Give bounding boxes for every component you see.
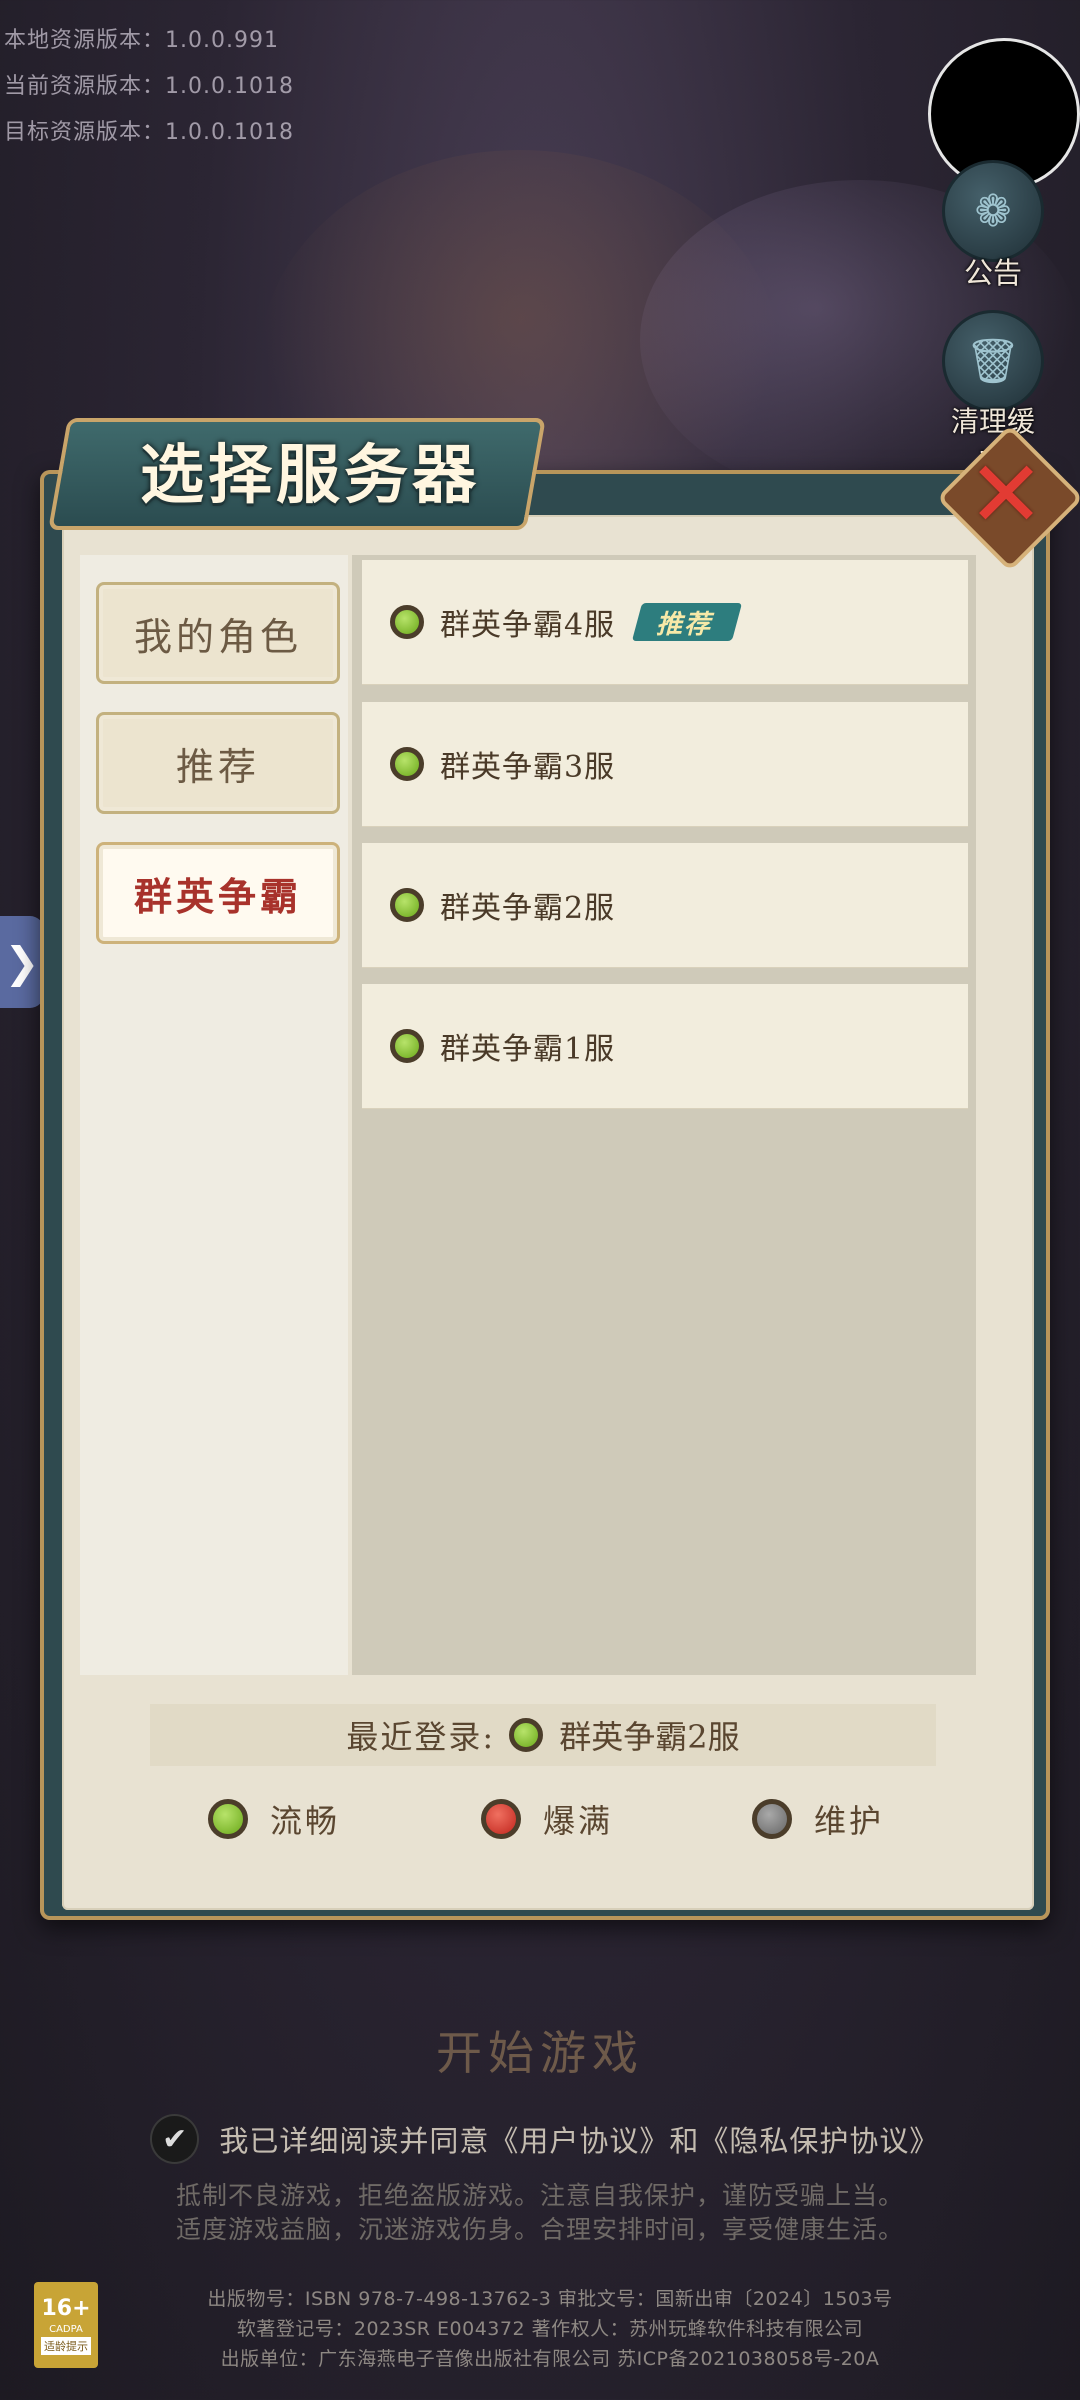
agreement-checkbox[interactable]: ✔ (150, 2114, 200, 2164)
server-item[interactable]: 群英争霸4服 推荐 (362, 560, 968, 684)
gray-dot-icon (752, 1799, 792, 1839)
agreement-row: ✔ 我已详细阅读并同意《用户协议》和《隐私保护协议》 (150, 2114, 938, 2164)
tab-my-characters[interactable]: 我的角色 (96, 582, 340, 684)
legend-item-full: 爆满 (481, 1796, 613, 1842)
legend-item-maintenance: 维护 (752, 1796, 884, 1842)
red-dot-icon (481, 1799, 521, 1839)
age-rating-tag: 适龄提示 (41, 2336, 91, 2355)
announcement-button[interactable]: ❁ 公告 (938, 160, 1048, 292)
age-rating-org: CADPA (49, 2323, 83, 2335)
trash-icon: 🗑 (942, 310, 1044, 412)
tab-qunying-zhengba[interactable]: 群英争霸 (96, 842, 340, 944)
announcement-icon: ❁ (942, 160, 1044, 262)
recent-login-label: 最近登录: (346, 1718, 496, 1756)
server-name: 群英争霸3服 (440, 750, 616, 785)
tab-recommended[interactable]: 推荐 (96, 712, 340, 814)
notice-line-2: 适度游戏益脑，沉迷游戏伤身。合理安排时间，享受健康生活。 (175, 2215, 904, 2244)
dialog-title: 选择服务器 (140, 438, 480, 513)
status-dot-icon (390, 605, 424, 639)
announcement-label: 公告 (963, 256, 1022, 290)
current-version-text: 当前资源版本：1.0.0.1018 (4, 74, 294, 99)
green-dot-icon (208, 1799, 248, 1839)
status-dot-icon (390, 888, 424, 922)
publication-line-1: 出版物号：ISBN 978-7-498-13762-3 审批文号：国新出审〔20… (207, 2288, 893, 2310)
status-dot-icon (509, 1718, 544, 1752)
server-name: 群英争霸1服 (440, 1032, 616, 1067)
recommended-badge: 推荐 (632, 603, 743, 641)
legend-label: 爆满 (543, 1802, 614, 1840)
close-icon[interactable]: ✕ (958, 441, 1054, 548)
status-dot-icon (390, 747, 424, 781)
target-version-text: 目标资源版本：1.0.0.1018 (4, 120, 294, 145)
legend-item-smooth: 流畅 (208, 1796, 340, 1842)
status-dot-icon (390, 1029, 424, 1063)
chevron-right-icon: ❯ (4, 937, 40, 987)
publication-line-3: 出版单位：广东海燕电子音像出版社有限公司 苏ICP备2021038058号-20… (220, 2348, 880, 2370)
age-rating-badge: 16+ CADPA 适龄提示 (34, 2282, 98, 2368)
server-item[interactable]: 群英争霸1服 (362, 984, 968, 1108)
age-rating-number: 16+ (41, 2295, 91, 2321)
legend-label: 维护 (814, 1802, 885, 1840)
legend-label: 流畅 (270, 1802, 341, 1840)
recent-login-server: 群英争霸2服 (559, 1718, 740, 1756)
local-version-text: 本地资源版本：1.0.0.991 (4, 28, 279, 53)
start-game-button[interactable]: 开始游戏 (330, 1990, 750, 2110)
server-item[interactable]: 群英争霸2服 (362, 843, 968, 967)
server-name: 群英争霸4服 (440, 608, 616, 643)
notice-line-1: 抵制不良游戏，拒绝盗版游戏。注意自我保护，谨防受骗上当。 (175, 2181, 904, 2210)
edge-expand-tab[interactable]: ❯ (0, 916, 44, 1008)
agreement-text[interactable]: 我已详细阅读并同意《用户协议》和《隐私保护协议》 (219, 2118, 938, 2160)
recent-login-bar[interactable]: 最近登录: 群英争霸2服 (150, 1704, 936, 1766)
publication-line-2: 软著登记号：2023SR E004372 著作权人：苏州玩蜂软件科技有限公司 (236, 2318, 864, 2340)
server-name: 群英争霸2服 (440, 891, 616, 926)
server-item[interactable]: 群英争霸3服 (362, 702, 968, 826)
